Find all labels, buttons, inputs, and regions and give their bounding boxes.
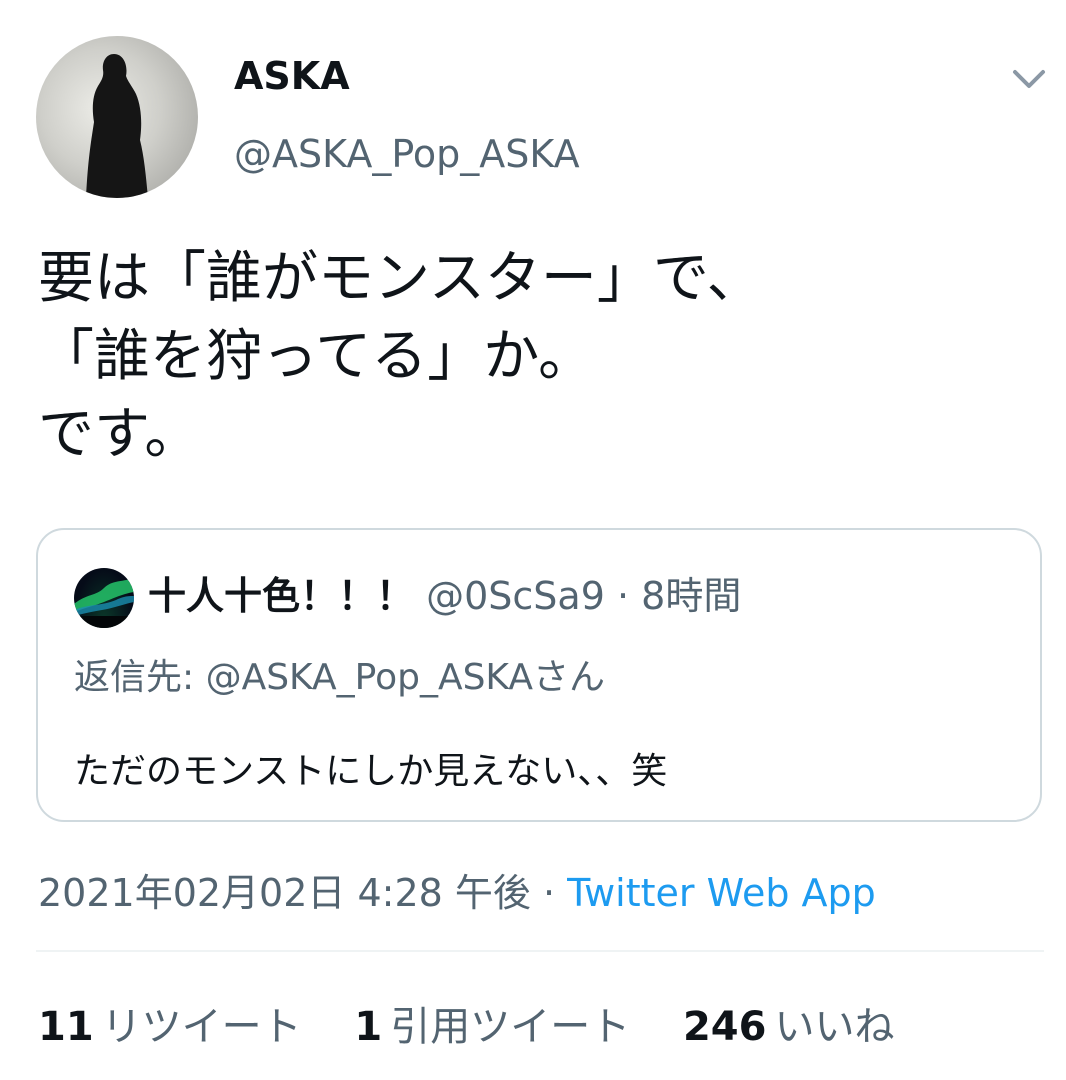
- quoted-author-avatar[interactable]: [74, 568, 134, 628]
- chevron-down-icon[interactable]: [1004, 56, 1054, 102]
- quoted-tweet-text: ただのモンストにしか見えない、、笑: [74, 751, 668, 792]
- author-handle[interactable]: @ASKA_Pop_ASKA: [234, 132, 580, 176]
- tweet-text-line: 「誰を狩ってる」か。: [38, 324, 595, 389]
- silhouette-figure: [86, 54, 148, 198]
- retweets-label: リツイート: [101, 1004, 302, 1050]
- author-avatar[interactable]: [36, 36, 198, 198]
- retweets-stat[interactable]: 11 リツイート: [38, 994, 302, 1052]
- quoted-tweet-header: 十人十色！！！ @0ScSa9 · 8時間: [148, 568, 741, 624]
- engagement-stats: 11 リツイート 1 引用ツイート 246 いいね: [38, 994, 934, 1052]
- tweet-datetime[interactable]: 2021年02月02日 4:28 午後: [38, 871, 531, 915]
- tweet-text: 要は「誰がモンスター」で、 「誰を狩ってる」か。 です。: [38, 240, 1018, 474]
- quotes-stat[interactable]: 1 引用ツイート: [354, 994, 630, 1052]
- tweet-timestamp-row: 2021年02月02日 4:28 午後 · Twitter Web App: [38, 862, 876, 917]
- tweet-text-line: です。: [38, 402, 201, 467]
- aurora-image: [74, 578, 134, 628]
- timestamp-separator: ·: [530, 871, 568, 915]
- tweet-text-line: 要は「誰がモンスター」で、: [38, 246, 763, 311]
- quotes-label: 引用ツイート: [390, 1004, 631, 1050]
- quoted-author-handle[interactable]: @0ScSa9: [426, 574, 605, 618]
- likes-stat[interactable]: 246 いいね: [683, 994, 895, 1052]
- likes-label: いいね: [774, 1004, 895, 1050]
- quoted-author-display-name[interactable]: 十人十色！！！: [148, 574, 414, 618]
- quoted-tweet-time: 8時間: [641, 574, 742, 618]
- likes-count: 246: [682, 1004, 767, 1050]
- retweets-count: 11: [38, 1004, 94, 1050]
- quotes-count: 1: [354, 1004, 383, 1050]
- tweet-source-link[interactable]: Twitter Web App: [567, 871, 876, 915]
- tweet-detail: ASKA @ASKA_Pop_ASKA 要は「誰がモンスター」で、 「誰を狩って…: [0, 0, 1066, 1080]
- quoted-tweet-card[interactable]: 十人十色！！！ @0ScSa9 · 8時間 返信先: @ASKA_Pop_ASK…: [36, 528, 1042, 822]
- meta-separator: ·: [604, 574, 642, 618]
- author-display-name[interactable]: ASKA: [234, 54, 350, 98]
- divider: [36, 950, 1044, 952]
- reply-to-label: 返信先: @ASKA_Pop_ASKAさん: [74, 657, 606, 698]
